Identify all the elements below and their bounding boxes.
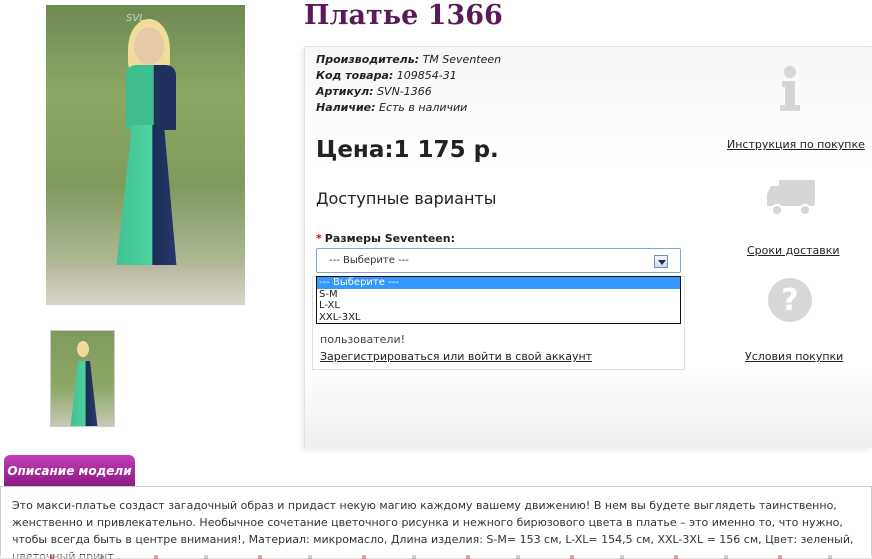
- guest-notice-text: пользователи!: [320, 333, 406, 346]
- question-icon[interactable]: ?: [763, 273, 817, 327]
- thumb-dress: [70, 361, 98, 426]
- size-option-s-m[interactable]: S-M: [317, 289, 680, 301]
- purchase-instructions-link[interactable]: Инструкция по покупке: [727, 138, 865, 151]
- chevron-down-icon[interactable]: [654, 255, 668, 268]
- variants-title: Доступные варианты: [316, 189, 497, 208]
- product-thumbnail[interactable]: [50, 330, 115, 427]
- register-link[interactable]: Зарегистрироваться или войти в свой акка…: [320, 350, 592, 363]
- size-label: * Размеры Seventeen:: [316, 232, 455, 245]
- size-label-text: Размеры Seventeen:: [324, 232, 455, 245]
- truck-icon[interactable]: [764, 170, 818, 224]
- size-option-l-xl[interactable]: L-XL: [317, 300, 680, 312]
- photo-head: [134, 27, 164, 65]
- article-label: Артикул:: [316, 85, 374, 98]
- manufacturer-value: TM Seventeen: [422, 53, 502, 66]
- delivery-terms-link[interactable]: Сроки доставки: [747, 244, 840, 257]
- product-code-line: Код товара: 109854-31: [316, 69, 457, 82]
- size-select-value: --- Выберите ---: [329, 255, 409, 266]
- description-text: Это макси-платье создаст загадочный обра…: [12, 499, 854, 559]
- product-code-label: Код товара:: [316, 69, 394, 82]
- manufacturer-line: Производитель: TM Seventeen: [316, 53, 501, 66]
- photo-bodice: [126, 65, 176, 130]
- product-price: Цена:1 175 р.: [316, 137, 499, 163]
- size-option-xxl-3xl[interactable]: XXL-3XL: [317, 312, 680, 324]
- product-code-value: 109854-31: [396, 69, 457, 82]
- stock-line: Наличие: Есть в наличии: [316, 101, 467, 114]
- stock-value: Есть в наличии: [379, 101, 468, 114]
- size-option-placeholder[interactable]: --- Выберите ---: [317, 277, 680, 289]
- product-main-photo[interactable]: SVL: [46, 5, 245, 305]
- thumb-head: [77, 341, 89, 357]
- manufacturer-label: Производитель:: [316, 53, 420, 66]
- info-icon[interactable]: [763, 62, 817, 116]
- photo-watermark: SVL: [126, 13, 145, 24]
- article-value: SVN-1366: [377, 85, 432, 98]
- decorative-border: [0, 555, 872, 559]
- required-mark: *: [316, 232, 322, 245]
- tab-description[interactable]: Описание модели: [4, 455, 135, 486]
- stock-label: Наличие:: [316, 101, 376, 114]
- photo-ground: [46, 265, 245, 305]
- purchase-conditions-link[interactable]: Условия покупки: [745, 350, 843, 363]
- product-title: Платье 1366: [304, 0, 503, 31]
- article-line: Артикул: SVN-1366: [316, 85, 432, 98]
- size-dropdown-list[interactable]: --- Выберите --- S-M L-XL XXL-3XL: [316, 276, 681, 324]
- size-select[interactable]: --- Выберите ---: [316, 248, 681, 273]
